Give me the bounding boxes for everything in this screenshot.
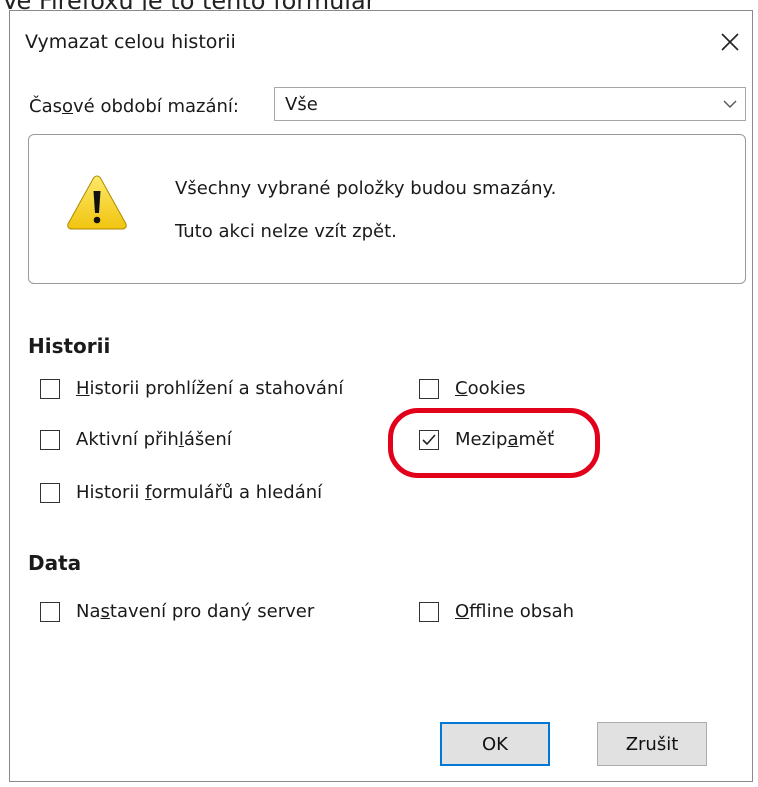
data-section-title: Data — [28, 551, 82, 575]
clear-history-dialog: Vymazat celou historii Časové období maz… — [9, 10, 753, 782]
checkbox-site-preferences[interactable]: Nastavení pro daný server — [40, 601, 314, 622]
checkbox-box[interactable] — [40, 378, 60, 399]
checkbox-active-logins[interactable]: Aktivní přihlášení — [40, 429, 232, 450]
close-button[interactable] — [712, 24, 748, 60]
warning-box: Všechny vybrané položky budou smazány. T… — [28, 134, 746, 284]
time-range-select[interactable]: Vše — [274, 87, 746, 121]
chevron-down-icon — [715, 100, 745, 108]
time-range-label: Časové období mazání: — [29, 95, 239, 117]
dialog-titlebar: Vymazat celou historii — [10, 11, 752, 73]
checkbox-box[interactable] — [40, 601, 60, 622]
time-range-value: Vše — [285, 93, 318, 115]
checkbox-browsing-history[interactable]: Historii prohlížení a stahování — [40, 378, 343, 399]
checkbox-box[interactable] — [40, 429, 60, 450]
history-section-title: Historii — [28, 334, 111, 358]
checkbox-offline-content[interactable]: Offline obsah — [419, 601, 574, 622]
checkbox-box[interactable] — [419, 601, 439, 622]
checkbox-box[interactable] — [40, 482, 60, 503]
cancel-button[interactable]: Zrušit — [597, 722, 707, 766]
red-highlight-circle — [388, 408, 600, 478]
warning-text-line1: Všechny vybrané položky budou smazány. — [175, 178, 557, 199]
dialog-title: Vymazat celou historii — [25, 31, 236, 53]
warning-text-line2: Tuto akci nelze vzít zpět. — [175, 221, 397, 242]
checkbox-form-history[interactable]: Historii formulářů a hledání — [40, 482, 322, 503]
checkbox-box[interactable] — [419, 378, 439, 399]
ok-button[interactable]: OK — [440, 722, 550, 766]
close-icon — [721, 33, 739, 51]
checkbox-cookies[interactable]: Cookies — [419, 378, 525, 399]
warning-icon — [65, 173, 129, 235]
